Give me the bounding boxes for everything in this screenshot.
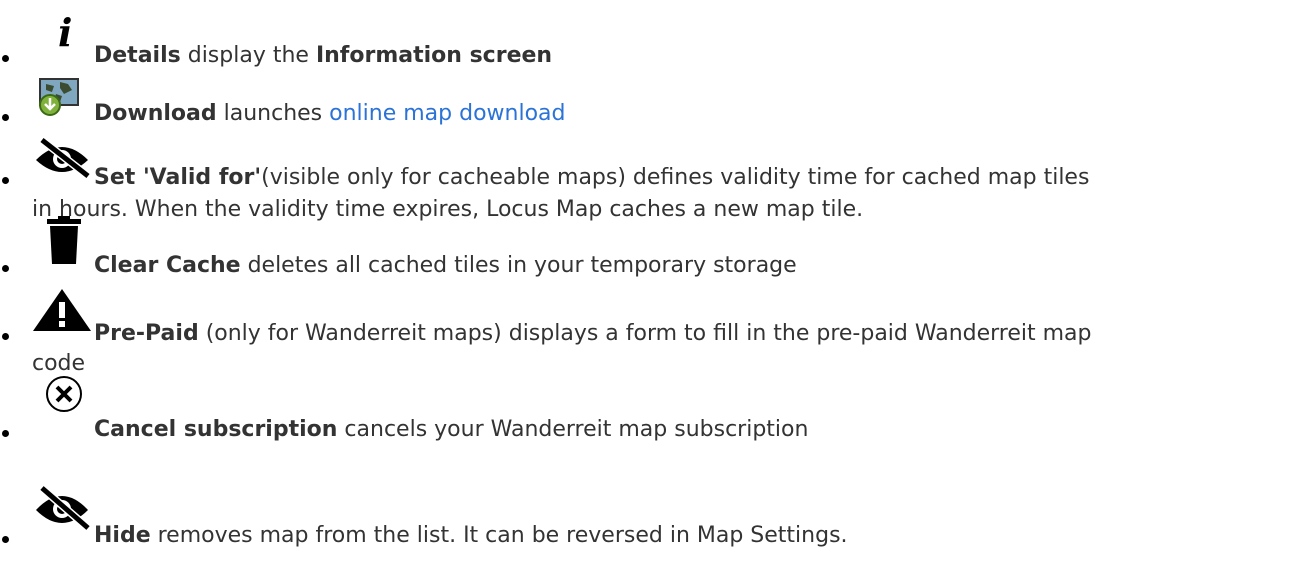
item-text: deletes all cached tiles in your tempora… (240, 253, 797, 278)
cancel-circle-icon (44, 374, 84, 416)
list-item-set-valid-for: Set 'Valid for'(visible only for cacheab… (0, 132, 1301, 222)
list-item-cancel-subscription: Cancel subscription cancels your Wanderr… (0, 370, 1301, 442)
list-item-pre-paid: Pre-Paid (only for Wanderreit maps) disp… (0, 280, 1301, 376)
info-icon: i (54, 10, 78, 55)
item-text: cancels your Wanderreit map subscription (337, 417, 809, 442)
bullet (2, 430, 9, 437)
item-term: Cancel subscription (94, 417, 338, 442)
svg-text:i: i (58, 16, 72, 52)
item-text: (only for Wanderreit maps) displays a fo… (198, 321, 1092, 346)
bullet (2, 177, 9, 184)
list-item-download: Download launches online map download (0, 72, 1301, 132)
eye-slash-icon (32, 484, 94, 532)
trash-icon (46, 216, 82, 266)
list-item-details: i Details display the Information screen (0, 10, 1301, 72)
item-text: launches (216, 101, 330, 126)
map-download-icon (34, 78, 90, 116)
list-item-clear-cache: Clear Cache deletes all cached tiles in … (0, 216, 1301, 280)
item-text: display the (180, 43, 316, 68)
bullet (2, 333, 9, 340)
item-term: Hide (94, 523, 151, 548)
item-text: (visible only for cacheable maps) define… (261, 165, 1090, 190)
bullet (2, 114, 9, 121)
list-item-hide: Hide removes map from the list. It can b… (0, 440, 1301, 548)
item-term: Clear Cache (94, 253, 241, 278)
bullet (2, 265, 9, 272)
bullet (2, 55, 9, 62)
warning-icon (32, 288, 92, 332)
item-term-2: Information screen (315, 43, 553, 68)
item-term: Download (94, 101, 217, 126)
online-map-download-link[interactable]: online map download (329, 101, 565, 126)
item-term: Details (94, 43, 181, 68)
item-term: Pre-Paid (94, 321, 199, 346)
item-term: Set 'Valid for' (94, 165, 262, 190)
bullet (2, 536, 9, 543)
item-text: removes map from the list. It can be rev… (150, 523, 848, 548)
eye-slash-icon (32, 136, 94, 180)
